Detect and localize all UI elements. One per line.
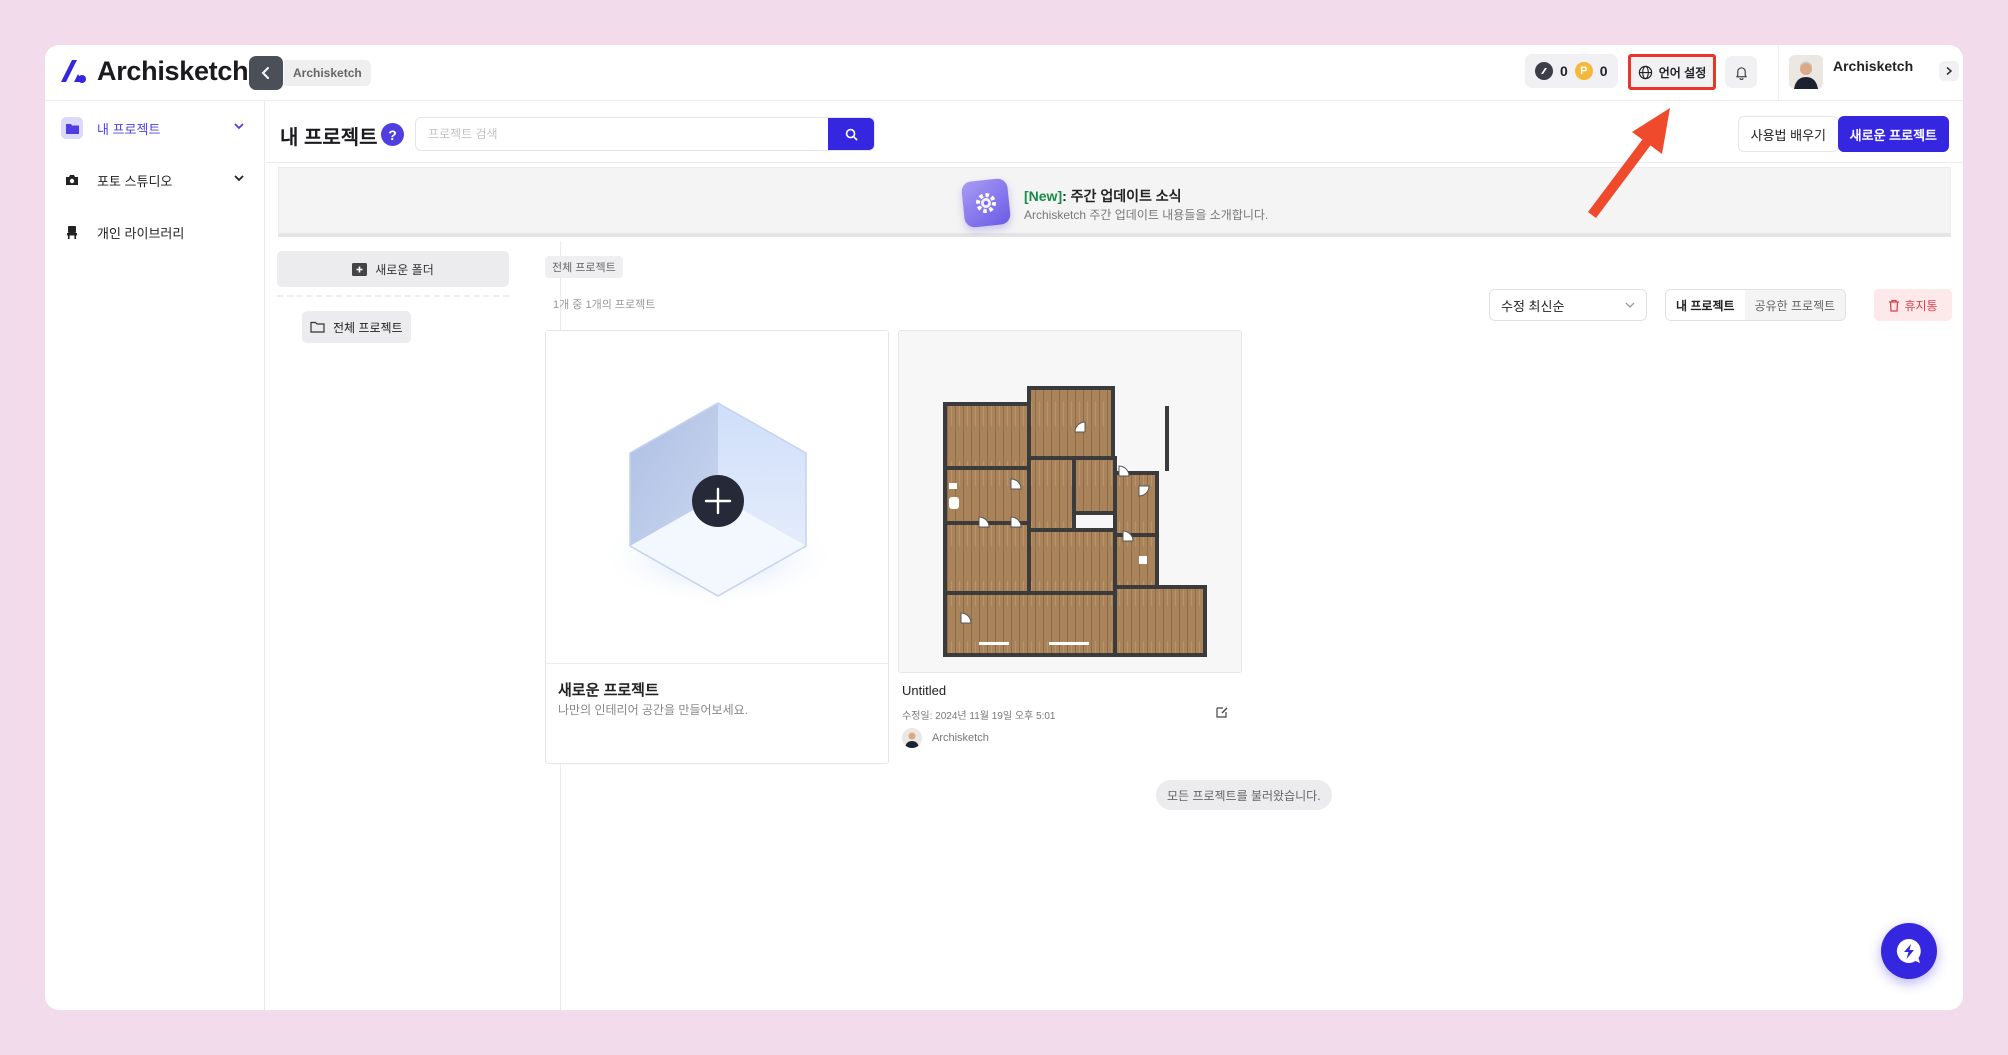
tab-my-projects[interactable]: 내 프로젝트: [1666, 290, 1745, 320]
project-modified-date: 수정일: 2024년 11월 19일 오후 5:01: [902, 711, 1056, 722]
sidebar-item-my-projects[interactable]: 내 프로젝트: [61, 111, 251, 145]
learn-how-button[interactable]: 사용법 배우기: [1737, 116, 1839, 152]
owner-avatar: [902, 728, 922, 748]
divider: [277, 295, 509, 297]
trash-icon: [1889, 299, 1900, 312]
new-project-card-title: 새로운 프로젝트: [558, 682, 659, 699]
folder-pane: 새로운 폴더 전체 프로젝트: [266, 241, 561, 1010]
user-name: Archisketch: [1833, 58, 1914, 74]
credit-p-icon: P: [1574, 62, 1593, 80]
camera-icon: [61, 169, 83, 191]
sidebar-item-label: 포토 스튜디오: [97, 173, 173, 189]
language-label: 언어 설정: [1658, 65, 1707, 80]
chevron-down-icon[interactable]: [233, 120, 245, 132]
banner-title-text: : 주간 업데이트 소식: [1062, 188, 1182, 204]
credit-a-icon: [1535, 62, 1553, 80]
new-project-card[interactable]: 새로운 프로젝트 나만의 인테리어 공간을 만들어보세요.: [545, 330, 889, 764]
sort-value: 수정 최신순: [1501, 298, 1565, 314]
page-title: 내 프로젝트: [280, 127, 378, 149]
banner-subtitle: Archisketch 주간 업데이트 내용들을 소개합니다.: [1024, 208, 1269, 222]
trash-button[interactable]: 휴지통: [1874, 289, 1952, 321]
archisketch-logo-icon: [61, 60, 86, 83]
support-chat-button[interactable]: [1881, 923, 1937, 979]
search-bar: [415, 117, 875, 151]
sort-select[interactable]: 수정 최신순: [1489, 289, 1647, 321]
annotation-arrow-icon: [1588, 108, 1670, 218]
folder-icon: [310, 321, 325, 333]
search-icon: [845, 128, 857, 140]
project-filter-toggle: 내 프로젝트 공유한 프로젝트: [1665, 289, 1847, 321]
chevron-down-icon[interactable]: [233, 172, 245, 184]
logo-text: Archisketch: [97, 55, 249, 86]
update-banner[interactable]: [New]: 주간 업데이트 소식 Archisketch 주간 업데이트 내용…: [278, 167, 1951, 237]
new-project-button[interactable]: 새로운 프로젝트: [1837, 116, 1949, 152]
chevron-right-icon: [1946, 66, 1953, 76]
credit-balance[interactable]: 0 P 0: [1525, 54, 1618, 88]
globe-icon: [1638, 65, 1652, 79]
search-input[interactable]: [416, 118, 828, 150]
project-owner: Archisketch: [902, 728, 989, 748]
breadcrumb[interactable]: Archisketch: [284, 60, 371, 86]
avatar: [1789, 55, 1823, 89]
content-breadcrumb[interactable]: 전체 프로젝트: [545, 256, 623, 278]
folder-icon: [61, 117, 83, 139]
back-button[interactable]: [249, 56, 283, 90]
credit-p-count: 0: [1599, 63, 1608, 79]
sidebar-item-label: 내 프로젝트: [97, 121, 161, 137]
new-project-card-subtitle: 나만의 인테리어 공간을 만들어보세요.: [558, 703, 748, 717]
sidebar-item-personal-library[interactable]: 개인 라이브러리: [61, 215, 251, 249]
folder-all-projects[interactable]: 전체 프로젝트: [302, 311, 411, 343]
cube-illustration: [598, 402, 838, 607]
edit-icon[interactable]: [1216, 706, 1228, 718]
add-folder-icon: [352, 262, 368, 276]
all-loaded-message: 모든 프로젝트를 불러왔습니다.: [1156, 780, 1332, 810]
new-folder-label: 새로운 폴더: [375, 262, 434, 277]
logo[interactable]: Archisketch: [57, 55, 249, 87]
project-card[interactable]: [898, 330, 1242, 673]
chat-lightning-icon: [1896, 938, 1921, 963]
tab-shared-projects[interactable]: 공유한 프로젝트: [1745, 290, 1846, 320]
owner-name: Archisketch: [932, 732, 989, 744]
sidebar: 내 프로젝트 포토 스튜디오 개인 라이브러리: [45, 101, 265, 1010]
chair-icon: [61, 221, 83, 243]
project-count: 1개 중 1개의 프로젝트: [553, 299, 656, 311]
bell-icon: [1735, 66, 1747, 80]
language-settings-button[interactable]: 언어 설정: [1628, 54, 1716, 90]
new-project-thumbnail: [546, 331, 888, 664]
chevron-left-icon: [261, 67, 269, 79]
notifications-button[interactable]: [1725, 56, 1757, 88]
search-button[interactable]: [828, 118, 874, 150]
sidebar-item-photo-studio[interactable]: 포토 스튜디오: [61, 163, 251, 197]
top-bar: Archisketch Archisketch 0 P 0 언어 설정 Arch…: [45, 45, 1963, 101]
new-folder-button[interactable]: 새로운 폴더: [277, 251, 509, 287]
floor-plan-thumbnail: [943, 386, 1207, 657]
main-header: 내 프로젝트 ? 사용법 배우기 새로운 프로젝트: [266, 101, 1963, 163]
user-menu[interactable]: Archisketch: [1778, 45, 1913, 101]
chevron-down-icon: [1625, 302, 1635, 308]
banner-new-tag: [New]: [1024, 188, 1063, 204]
project-title[interactable]: Untitled: [902, 683, 946, 698]
folder-label: 전체 프로젝트: [333, 320, 403, 335]
credit-a-count: 0: [1560, 63, 1568, 79]
help-icon[interactable]: ?: [381, 123, 404, 146]
sidebar-item-label: 개인 라이브러리: [97, 225, 185, 241]
trash-label: 휴지통: [1904, 298, 1938, 313]
banner-title: [New]: 주간 업데이트 소식: [1024, 186, 1182, 206]
gear-icon: [960, 177, 1012, 229]
user-expand-button[interactable]: [1939, 61, 1959, 81]
